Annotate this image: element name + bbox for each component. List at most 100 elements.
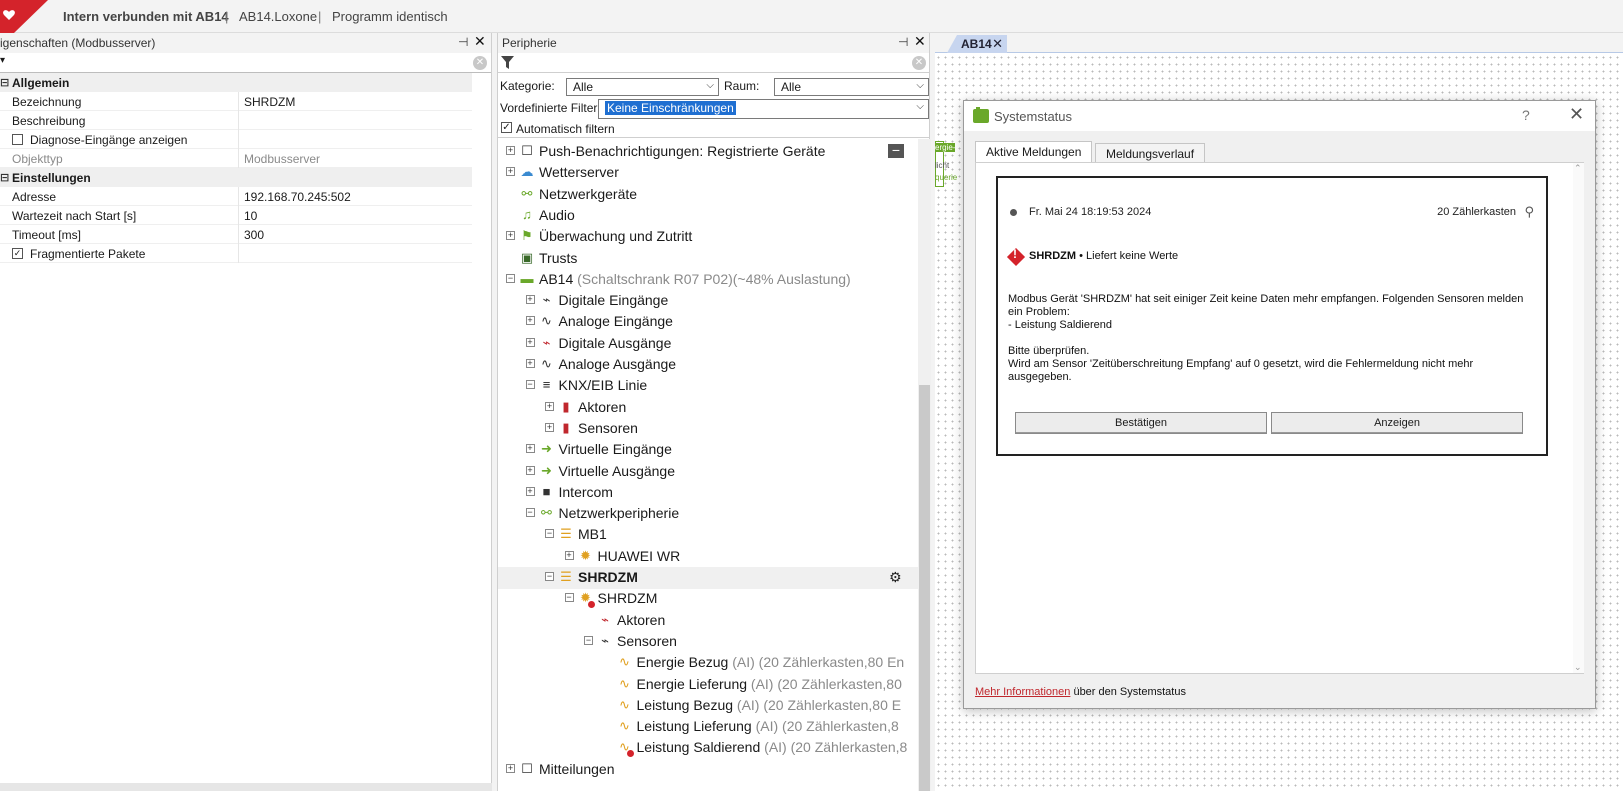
tree-node[interactable]: ⌁ Aktoren: [498, 610, 918, 632]
property-row[interactable]: Bezeichnung SHRDZM: [0, 92, 472, 111]
property-value[interactable]: 300: [244, 228, 264, 242]
tree-node[interactable]: + ▮ Sensoren: [498, 418, 918, 440]
tree-node[interactable]: + ⚑ Überwachung und Zutritt: [498, 226, 918, 248]
close-icon[interactable]: ✕: [474, 33, 486, 50]
expand-icon[interactable]: +: [525, 465, 535, 475]
tree-node[interactable]: − ≡ KNX/EIB Linie: [498, 375, 918, 397]
expand-icon[interactable]: +: [506, 167, 515, 177]
property-row[interactable]: Beschreibung: [0, 111, 472, 130]
tree-node[interactable]: − ☰ SHRDZM ⚙: [498, 567, 918, 589]
tree-node[interactable]: ∿ Leistung Lieferung (AI) (20 Zählerkaste…: [498, 716, 918, 738]
tab-ab14[interactable]: AB14 ✕: [947, 35, 1007, 53]
property-row[interactable]: Objekttyp Modbusserver: [0, 149, 472, 168]
dialog-scrollbar[interactable]: ⌃ ⌄: [1573, 163, 1584, 673]
dialog-titlebar[interactable]: Systemstatus ? ✕: [964, 101, 1595, 131]
tree-node[interactable]: − ⌁ Sensoren: [498, 631, 918, 653]
clear-icon[interactable]: ✕: [473, 56, 487, 70]
help-icon[interactable]: ?: [1522, 107, 1530, 123]
property-checkbox[interactable]: [12, 134, 23, 145]
collapse-icon[interactable]: −: [564, 593, 574, 603]
property-row[interactable]: Wartezeit nach Start [s] 10: [0, 206, 472, 225]
pin-icon[interactable]: ⊣: [898, 35, 908, 49]
tree-node[interactable]: ▣ Trusts: [498, 248, 918, 270]
clear-icon[interactable]: ✕: [912, 56, 926, 70]
chevron-down-icon[interactable]: ⌄: [1574, 662, 1582, 673]
expand-icon[interactable]: +: [525, 359, 535, 368]
expand-icon[interactable]: +: [525, 486, 535, 496]
expand-icon[interactable]: +: [525, 316, 535, 326]
gear-icon[interactable]: ⚙: [889, 569, 902, 586]
tree-node[interactable]: ∿ Leistung Bezug (AI) (20 Zählerkasten,80…: [498, 695, 918, 717]
collapse-icon[interactable]: −: [584, 635, 593, 645]
property-category[interactable]: ⊟ Allgemein: [0, 73, 472, 92]
property-row[interactable]: Timeout [ms] 300: [0, 225, 472, 244]
expand-icon[interactable]: +: [564, 550, 574, 560]
show-button[interactable]: Anzeigen: [1271, 412, 1523, 434]
tree-node[interactable]: + ⌁ Digitale Ausgänge: [498, 333, 918, 355]
tree-node[interactable]: + ▮ Aktoren: [498, 397, 918, 419]
tree-node[interactable]: ⚯ Netzwerkgeräte: [498, 184, 918, 206]
tree-node[interactable]: − ▬ AB14 (Schaltschrank R07 P02)(~48% Ausl…: [498, 269, 918, 291]
chevron-up-icon[interactable]: ⌃: [1574, 163, 1582, 174]
tree-node[interactable]: + ⌁ Digitale Eingänge: [498, 290, 918, 312]
expand-icon[interactable]: +: [506, 763, 515, 773]
property-value[interactable]: Modbusserver: [244, 152, 320, 166]
collapse-icon[interactable]: ⊟: [0, 76, 9, 89]
tree-node[interactable]: + ☁ Wetterserver: [498, 162, 918, 184]
expand-icon[interactable]: +: [545, 401, 554, 411]
collapse-icon[interactable]: −: [525, 380, 535, 390]
close-icon[interactable]: ✕: [914, 33, 926, 50]
raum-select[interactable]: Alle ⌵: [774, 78, 929, 96]
confirm-button[interactable]: Bestätigen: [1015, 412, 1267, 434]
tree-node[interactable]: − ✹ SHRDZM: [498, 588, 918, 610]
tree-node[interactable]: + ■ Intercom: [498, 482, 918, 504]
tree-node[interactable]: ∿ Energie Lieferung (AI) (20 Zählerkasten…: [498, 674, 918, 696]
expand-icon[interactable]: +: [545, 422, 554, 432]
close-icon[interactable]: ✕: [1569, 104, 1584, 125]
tree-scrollbar[interactable]: [918, 139, 931, 791]
scrollbar-thumb[interactable]: [919, 385, 930, 791]
tree-node[interactable]: + ☐ Mitteilungen: [498, 759, 918, 781]
expand-icon[interactable]: +: [525, 444, 535, 454]
more-info-link[interactable]: Mehr Informationen: [975, 686, 1070, 698]
predefined-filter-select[interactable]: Keine Einschränkungen ⌵: [598, 99, 929, 119]
property-value[interactable]: SHRDZM: [244, 95, 295, 109]
collapse-icon[interactable]: −: [525, 508, 535, 518]
tab-aktive-meldungen[interactable]: Aktive Meldungen: [975, 141, 1093, 163]
pin-icon[interactable]: ⊣: [458, 35, 468, 49]
expand-icon[interactable]: +: [525, 295, 535, 305]
expand-icon[interactable]: +: [506, 231, 515, 241]
tree-node[interactable]: + ☐ Push-Benachrichtigungen: Registrierte …: [498, 141, 918, 163]
property-value[interactable]: 10: [244, 209, 257, 223]
close-icon[interactable]: ✕: [992, 36, 1003, 52]
tab-meldungsverlauf[interactable]: Meldungsverlauf: [1095, 143, 1206, 163]
tree-node[interactable]: ∿ Leistung Saldierend (AI) (20 Zählerkast…: [498, 737, 918, 759]
property-row[interactable]: Adresse 192.168.70.245:502: [0, 187, 472, 206]
tree-node[interactable]: + ➜ Virtuelle Eingänge: [498, 439, 918, 461]
property-row[interactable]: Diagnose-Eingänge anzeigen: [0, 130, 472, 149]
tree-node[interactable]: + ∿ Analoge Ausgänge: [498, 354, 918, 376]
collapse-icon[interactable]: −: [506, 273, 515, 283]
property-value[interactable]: 192.168.70.245:502: [244, 190, 351, 204]
tree-node[interactable]: − ⚯ Netzwerkperipherie: [498, 503, 918, 525]
location-pin-icon[interactable]: ⚲: [1524, 204, 1534, 220]
tree-node[interactable]: ♫ Audio: [498, 205, 918, 227]
property-checkbox[interactable]: ✓: [12, 248, 23, 259]
panel-splitter[interactable]: [0, 783, 492, 791]
tree-node[interactable]: + ∿ Analoge Eingänge: [498, 311, 918, 333]
collapse-all-icon[interactable]: −: [888, 143, 904, 158]
tree-node[interactable]: + ➜ Virtuelle Ausgänge: [498, 461, 918, 483]
kategorie-select[interactable]: Alle ⌵: [566, 78, 719, 96]
tree-node[interactable]: − ☰ MB1: [498, 524, 918, 546]
collapse-icon[interactable]: −: [545, 572, 554, 581]
properties-search-input[interactable]: ▾ ✕: [0, 53, 491, 73]
expand-icon[interactable]: +: [506, 146, 515, 155]
tree-node[interactable]: + ✹ HUAWEI WR: [498, 546, 918, 568]
peripherie-search-input[interactable]: ✕: [498, 53, 929, 73]
property-category[interactable]: ⊟ Einstellungen: [0, 168, 472, 187]
property-row[interactable]: ✓ Fragmentierte Pakete: [0, 244, 472, 263]
tree-node[interactable]: ∿ Energie Bezug (AI) (20 Zählerkasten,80 …: [498, 652, 918, 674]
collapse-icon[interactable]: ⊟: [0, 171, 9, 184]
collapse-icon[interactable]: −: [545, 529, 554, 539]
expand-icon[interactable]: +: [525, 337, 535, 347]
